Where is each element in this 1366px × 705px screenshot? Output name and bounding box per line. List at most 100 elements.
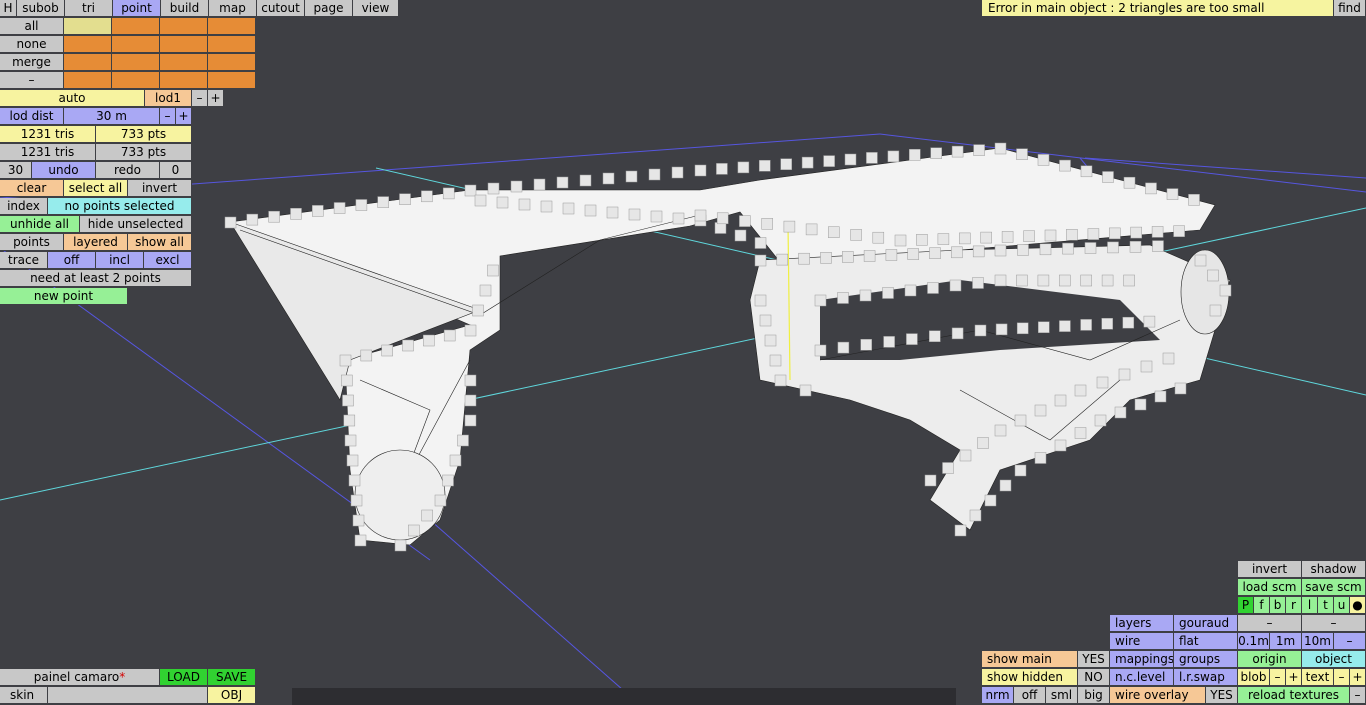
wire-button[interactable]: wire bbox=[1110, 633, 1174, 650]
vertex-marker[interactable] bbox=[837, 341, 850, 354]
vertex-marker[interactable] bbox=[1038, 321, 1050, 333]
vertex-marker[interactable] bbox=[1039, 243, 1052, 256]
vertex-marker[interactable] bbox=[1001, 231, 1014, 243]
group-slot[interactable] bbox=[160, 36, 208, 53]
vertex-marker[interactable] bbox=[1123, 176, 1136, 189]
vertex-marker[interactable] bbox=[449, 454, 462, 467]
vertex-marker[interactable] bbox=[739, 215, 751, 227]
vertex-marker[interactable] bbox=[354, 534, 367, 547]
hide-unselected-button[interactable]: hide unselected bbox=[80, 216, 192, 233]
vertex-marker[interactable] bbox=[442, 474, 454, 487]
vertex-marker[interactable] bbox=[1014, 414, 1027, 427]
vertex-marker[interactable] bbox=[1151, 226, 1164, 238]
vertex-marker[interactable] bbox=[348, 474, 361, 487]
vertex-marker[interactable] bbox=[714, 222, 727, 234]
vertex-marker[interactable] bbox=[942, 462, 954, 474]
vertex-marker[interactable] bbox=[352, 514, 365, 527]
vertex-marker[interactable] bbox=[734, 229, 747, 242]
vertex-marker[interactable] bbox=[342, 394, 354, 407]
vertex-marker[interactable] bbox=[906, 333, 918, 345]
vertex-marker[interactable] bbox=[1143, 315, 1156, 328]
shadow-button[interactable]: shadow bbox=[1302, 561, 1366, 578]
vertex-marker[interactable] bbox=[421, 509, 433, 522]
vertex-marker[interactable] bbox=[759, 314, 772, 327]
vertex-marker[interactable] bbox=[344, 434, 357, 447]
vertex-marker[interactable] bbox=[951, 145, 964, 158]
view-l-button[interactable]: l bbox=[1302, 597, 1318, 614]
view-b-button[interactable]: b bbox=[1270, 597, 1286, 614]
vertex-marker[interactable] bbox=[1123, 274, 1135, 287]
vertex-marker[interactable] bbox=[980, 231, 992, 244]
vertex-marker[interactable] bbox=[1207, 269, 1219, 282]
dash-button-a[interactable]: – bbox=[1238, 615, 1302, 632]
vertex-marker[interactable] bbox=[377, 196, 389, 208]
vertex-marker[interactable] bbox=[823, 155, 835, 167]
vertex-marker[interactable] bbox=[346, 454, 359, 467]
vertex-marker[interactable] bbox=[421, 190, 433, 203]
vertex-marker[interactable] bbox=[1080, 319, 1092, 331]
vertex-marker[interactable] bbox=[584, 204, 597, 217]
vertex-marker[interactable] bbox=[774, 374, 787, 387]
vertex-marker[interactable] bbox=[1188, 194, 1200, 206]
vertex-marker[interactable] bbox=[1194, 254, 1207, 267]
vertex-marker[interactable] bbox=[464, 394, 477, 407]
vertex-marker[interactable] bbox=[1059, 274, 1071, 287]
vertex-marker[interactable] bbox=[360, 349, 373, 362]
load-button[interactable]: LOAD bbox=[160, 669, 208, 686]
vertex-marker[interactable] bbox=[783, 220, 796, 233]
vertex-marker[interactable] bbox=[959, 232, 971, 245]
load-scm-button[interactable]: load scm bbox=[1238, 579, 1302, 596]
group-slot[interactable] bbox=[160, 18, 208, 35]
vertex-marker[interactable] bbox=[457, 434, 469, 447]
obj-button[interactable]: OBJ bbox=[208, 687, 256, 704]
group-slot[interactable] bbox=[112, 18, 160, 35]
mappings-button[interactable]: mappings bbox=[1110, 651, 1174, 668]
lod-dist-value[interactable]: 30 m bbox=[64, 108, 160, 125]
vertex-marker[interactable] bbox=[1107, 241, 1119, 254]
vertex-marker[interactable] bbox=[885, 249, 898, 261]
show-main-value[interactable]: YES bbox=[1078, 651, 1110, 668]
vertex-marker[interactable] bbox=[909, 149, 921, 161]
trace-off-button[interactable]: off bbox=[48, 252, 96, 269]
undo-button[interactable]: undo bbox=[32, 162, 96, 179]
vertex-marker[interactable] bbox=[1173, 225, 1185, 237]
save-button[interactable]: SAVE bbox=[208, 669, 256, 686]
vertex-marker[interactable] bbox=[602, 172, 615, 185]
vertex-marker[interactable] bbox=[1084, 242, 1097, 254]
show-hidden-toggle[interactable]: show hidden bbox=[982, 669, 1078, 686]
vertex-marker[interactable] bbox=[399, 193, 411, 205]
vertex-marker[interactable] bbox=[994, 424, 1007, 437]
vertex-marker[interactable] bbox=[355, 199, 368, 211]
vertex-marker[interactable] bbox=[1037, 154, 1050, 166]
vertex-marker[interactable] bbox=[1074, 427, 1087, 439]
vertex-marker[interactable] bbox=[434, 494, 447, 507]
vertex-marker[interactable] bbox=[927, 282, 939, 294]
nc-level-button[interactable]: n.c.level bbox=[1110, 669, 1174, 686]
vertex-marker[interactable] bbox=[805, 223, 818, 236]
menu-map[interactable]: map bbox=[209, 0, 257, 17]
vertex-marker[interactable] bbox=[1166, 188, 1179, 200]
select-all-groups-button[interactable]: all bbox=[0, 18, 64, 35]
group-slot[interactable] bbox=[64, 18, 112, 35]
vertex-marker[interactable] bbox=[625, 170, 638, 183]
group-slot[interactable] bbox=[64, 54, 112, 71]
vertex-marker[interactable] bbox=[1109, 227, 1121, 240]
vertex-marker[interactable] bbox=[1162, 352, 1175, 365]
text-button[interactable]: text bbox=[1302, 669, 1334, 686]
vertex-marker[interactable] bbox=[999, 479, 1012, 492]
vertex-marker[interactable] bbox=[1152, 240, 1164, 252]
size-big-button[interactable]: big bbox=[1078, 687, 1110, 704]
vertex-marker[interactable] bbox=[246, 213, 259, 226]
vertex-marker[interactable] bbox=[764, 334, 777, 347]
vertex-marker[interactable] bbox=[887, 150, 900, 163]
view-r-button[interactable]: r bbox=[1286, 597, 1302, 614]
lod-dist-minus-button[interactable]: – bbox=[160, 108, 176, 125]
vertex-marker[interactable] bbox=[562, 202, 575, 215]
vertex-marker[interactable] bbox=[402, 339, 414, 352]
menu-subob[interactable]: subob bbox=[17, 0, 65, 17]
size-nrm-button[interactable]: nrm bbox=[982, 687, 1014, 704]
vertex-marker[interactable] bbox=[850, 229, 862, 241]
vertex-marker[interactable] bbox=[844, 153, 857, 166]
vertex-marker[interactable] bbox=[1014, 464, 1027, 477]
vertex-marker[interactable] bbox=[648, 168, 661, 181]
